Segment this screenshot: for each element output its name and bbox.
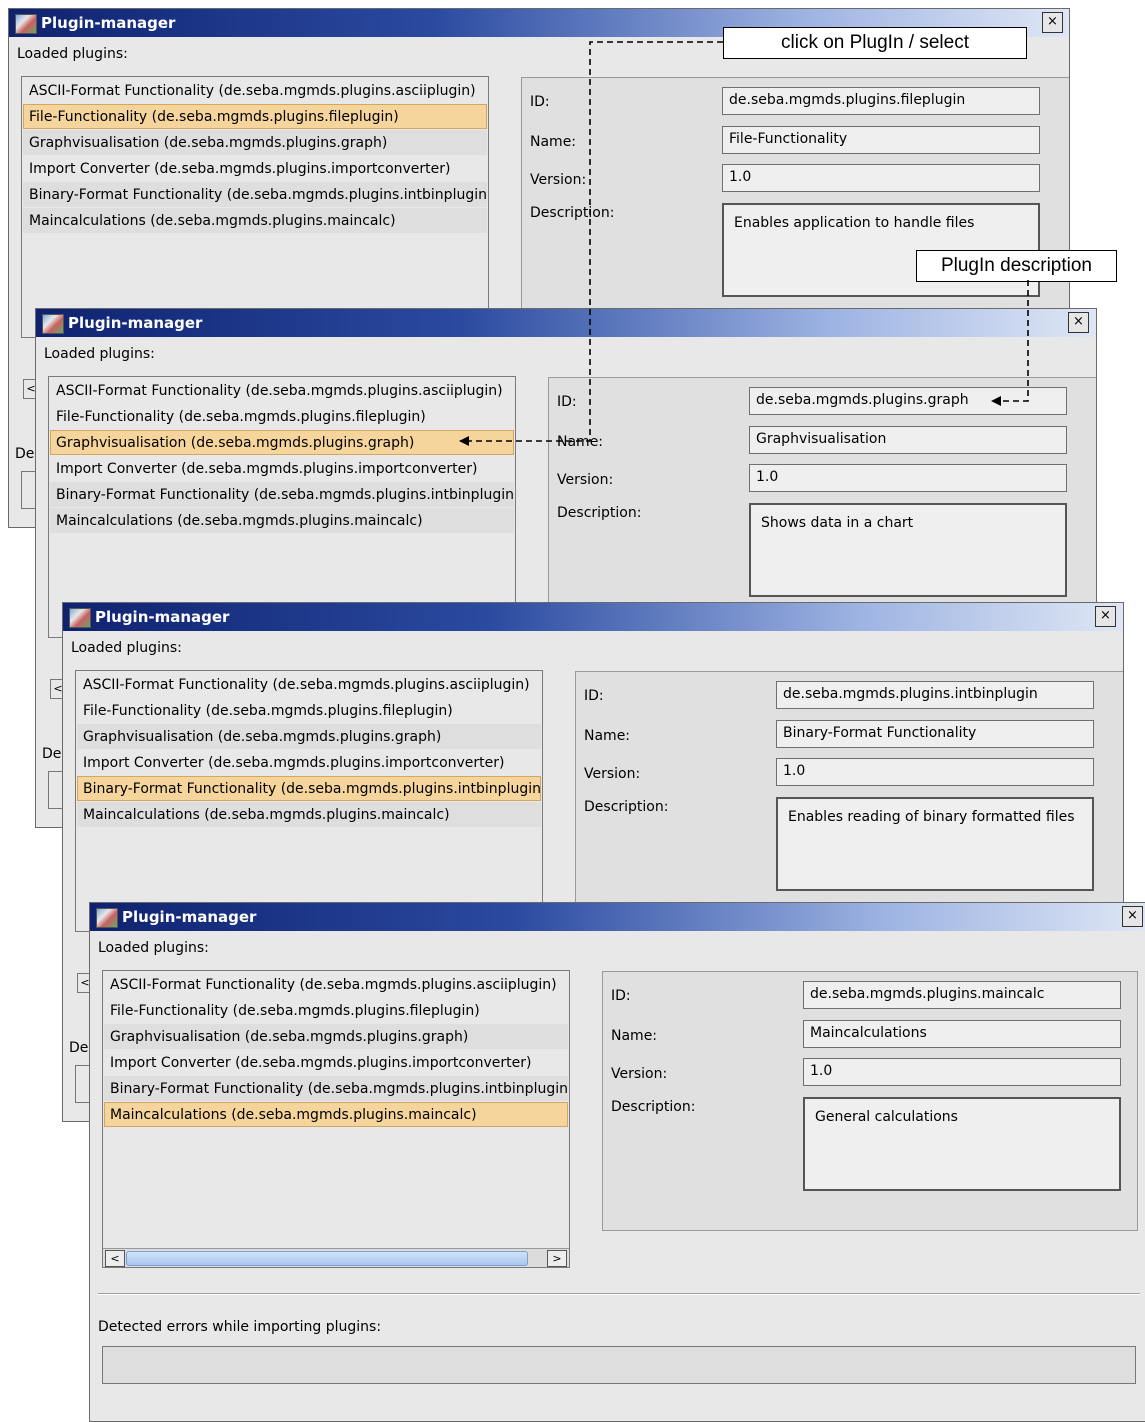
- title-bar[interactable]: Plugin-manager ×: [63, 603, 1123, 631]
- description-field[interactable]: Shows data in a chart: [749, 503, 1067, 597]
- id-label: ID:: [584, 688, 604, 704]
- plugin-list-item[interactable]: ASCII-Format Functionality (de.seba.mgmd…: [77, 672, 541, 697]
- description-label: Description:: [584, 799, 669, 815]
- app-icon: [42, 314, 64, 334]
- scrollbar-thumb[interactable]: [126, 1251, 528, 1266]
- plugin-manager-window-4: Plugin-manager × Loaded plugins: ASCII-F…: [89, 902, 1145, 1422]
- plugin-list-item-selected[interactable]: Graphvisualisation (de.seba.mgmds.plugin…: [50, 430, 514, 455]
- window-title: Plugin-manager: [41, 14, 176, 32]
- callout-description: PlugIn description: [916, 250, 1117, 282]
- description-field[interactable]: General calculations: [803, 1097, 1121, 1191]
- id-field[interactable]: de.seba.mgmds.plugins.fileplugin: [722, 87, 1040, 115]
- name-label: Name:: [557, 434, 604, 450]
- version-field[interactable]: 1.0: [722, 164, 1040, 192]
- errors-label: Detected errors while importing plugins:: [98, 1319, 382, 1335]
- plugin-list[interactable]: ASCII-Format Functionality (de.seba.mgmd…: [48, 376, 516, 638]
- plugin-list-item[interactable]: Binary-Format Functionality (de.seba.mgm…: [50, 482, 514, 507]
- errors-label-partial: De: [15, 446, 35, 462]
- loaded-plugins-label: Loaded plugins:: [71, 640, 182, 656]
- id-field[interactable]: de.seba.mgmds.plugins.intbinplugin: [776, 681, 1094, 709]
- close-icon[interactable]: ×: [1122, 906, 1143, 927]
- plugin-list-item[interactable]: Binary-Format Functionality (de.seba.mgm…: [23, 182, 487, 207]
- scroll-left-button[interactable]: <: [105, 1250, 125, 1267]
- errors-field[interactable]: [102, 1346, 1136, 1384]
- scroll-right-button[interactable]: >: [547, 1250, 567, 1267]
- plugin-list-item[interactable]: Import Converter (de.seba.mgmds.plugins.…: [104, 1050, 568, 1075]
- horizontal-scrollbar[interactable]: < >: [103, 1248, 569, 1267]
- id-label: ID:: [611, 988, 631, 1004]
- version-label: Version:: [557, 472, 614, 488]
- errors-label-partial: De: [42, 746, 62, 762]
- id-label: ID:: [530, 94, 550, 110]
- loaded-plugins-label: Loaded plugins:: [44, 346, 155, 362]
- plugin-list-item[interactable]: ASCII-Format Functionality (de.seba.mgmd…: [104, 972, 568, 997]
- name-field[interactable]: Binary-Format Functionality: [776, 720, 1094, 748]
- plugin-list-item-selected[interactable]: File-Functionality (de.seba.mgmds.plugin…: [23, 104, 487, 129]
- id-field[interactable]: de.seba.mgmds.plugins.graph: [749, 387, 1067, 415]
- description-field[interactable]: Enables reading of binary formatted file…: [776, 797, 1094, 891]
- close-icon[interactable]: ×: [1042, 12, 1063, 33]
- errors-label-partial: De: [69, 1040, 89, 1056]
- plugin-list-item[interactable]: ASCII-Format Functionality (de.seba.mgmd…: [23, 78, 487, 103]
- plugin-details-panel: ID: de.seba.mgmds.plugins.fileplugin Nam…: [521, 77, 1069, 319]
- app-icon: [69, 608, 91, 628]
- plugin-list-item[interactable]: Import Converter (de.seba.mgmds.plugins.…: [77, 750, 541, 775]
- plugin-list[interactable]: ASCII-Format Functionality (de.seba.mgmd…: [21, 76, 489, 338]
- plugin-details-panel: ID: de.seba.mgmds.plugins.graph Name: Gr…: [548, 377, 1096, 619]
- title-bar[interactable]: Plugin-manager ×: [36, 309, 1096, 337]
- plugin-list-item[interactable]: Graphvisualisation (de.seba.mgmds.plugin…: [104, 1024, 568, 1049]
- app-icon: [96, 908, 118, 928]
- id-label: ID:: [557, 394, 577, 410]
- plugin-list-item[interactable]: ASCII-Format Functionality (de.seba.mgmd…: [50, 378, 514, 403]
- callout-select: click on PlugIn / select: [723, 27, 1027, 59]
- close-icon[interactable]: ×: [1068, 312, 1089, 333]
- title-bar[interactable]: Plugin-manager ×: [90, 903, 1145, 931]
- plugin-list-item[interactable]: Graphvisualisation (de.seba.mgmds.plugin…: [77, 724, 541, 749]
- description-label: Description:: [611, 1099, 696, 1115]
- name-field[interactable]: Maincalculations: [803, 1020, 1121, 1048]
- plugin-list-item[interactable]: File-Functionality (de.seba.mgmds.plugin…: [104, 998, 568, 1023]
- window-title: Plugin-manager: [122, 908, 257, 926]
- description-label: Description:: [557, 505, 642, 521]
- loaded-plugins-label: Loaded plugins:: [98, 940, 209, 956]
- version-field[interactable]: 1.0: [776, 758, 1094, 786]
- description-label: Description:: [530, 205, 615, 221]
- window-title: Plugin-manager: [95, 608, 230, 626]
- plugin-list-item[interactable]: Maincalculations (de.seba.mgmds.plugins.…: [23, 208, 487, 233]
- plugin-list-item[interactable]: Graphvisualisation (de.seba.mgmds.plugin…: [23, 130, 487, 155]
- plugin-list-item-selected[interactable]: Binary-Format Functionality (de.seba.mgm…: [77, 776, 541, 801]
- plugin-list-item[interactable]: Maincalculations (de.seba.mgmds.plugins.…: [77, 802, 541, 827]
- version-label: Version:: [611, 1066, 668, 1082]
- plugin-list[interactable]: ASCII-Format Functionality (de.seba.mgmd…: [102, 970, 570, 1268]
- separator: [98, 1293, 1140, 1295]
- name-label: Name:: [584, 728, 631, 744]
- name-label: Name:: [611, 1028, 658, 1044]
- plugin-list-item[interactable]: File-Functionality (de.seba.mgmds.plugin…: [50, 404, 514, 429]
- app-icon: [15, 14, 37, 34]
- version-label: Version:: [530, 172, 587, 188]
- plugin-details-panel: ID: de.seba.mgmds.plugins.intbinplugin N…: [575, 671, 1123, 913]
- plugin-list-item[interactable]: File-Functionality (de.seba.mgmds.plugin…: [77, 698, 541, 723]
- plugin-list-item-selected[interactable]: Maincalculations (de.seba.mgmds.plugins.…: [104, 1102, 568, 1127]
- name-field[interactable]: Graphvisualisation: [749, 426, 1067, 454]
- plugin-list-item[interactable]: Maincalculations (de.seba.mgmds.plugins.…: [50, 508, 514, 533]
- loaded-plugins-label: Loaded plugins:: [17, 46, 128, 62]
- version-field[interactable]: 1.0: [749, 464, 1067, 492]
- name-label: Name:: [530, 134, 577, 150]
- plugin-list-item[interactable]: Binary-Format Functionality (de.seba.mgm…: [104, 1076, 568, 1101]
- close-icon[interactable]: ×: [1095, 606, 1116, 627]
- plugin-details-panel: ID: de.seba.mgmds.plugins.maincalc Name:…: [602, 971, 1138, 1231]
- version-field[interactable]: 1.0: [803, 1058, 1121, 1086]
- version-label: Version:: [584, 766, 641, 782]
- plugin-list-item[interactable]: Import Converter (de.seba.mgmds.plugins.…: [50, 456, 514, 481]
- plugin-list[interactable]: ASCII-Format Functionality (de.seba.mgmd…: [75, 670, 543, 932]
- plugin-list-item[interactable]: Import Converter (de.seba.mgmds.plugins.…: [23, 156, 487, 181]
- id-field[interactable]: de.seba.mgmds.plugins.maincalc: [803, 981, 1121, 1009]
- name-field[interactable]: File-Functionality: [722, 126, 1040, 154]
- window-title: Plugin-manager: [68, 314, 203, 332]
